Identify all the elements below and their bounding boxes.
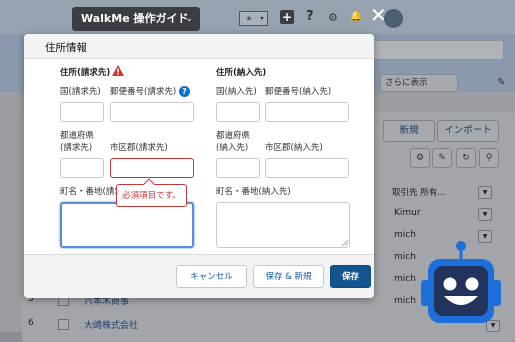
- shipping-postal-label: 郵便番号(納入先): [265, 87, 332, 97]
- walkme-label: WalkMe 操作ガイド: [81, 12, 189, 25]
- chevron-down-icon: ⌄: [185, 14, 193, 24]
- shipping-state-input[interactable]: [216, 158, 260, 178]
- modal-title: 住所情報: [45, 42, 87, 54]
- shipping-street-label: 町名・番地(納入先): [216, 187, 291, 197]
- resize-grip-icon[interactable]: [342, 240, 348, 246]
- chevron-down-icon[interactable]: ▼: [478, 186, 492, 199]
- billing-section-heading: 住所(請求先): [60, 68, 111, 78]
- avatar[interactable]: [384, 9, 403, 28]
- shipping-street-textarea[interactable]: [216, 202, 350, 248]
- help-icon[interactable]: ?: [179, 86, 190, 97]
- bg-view-selector[interactable]: さらに表示: [380, 74, 458, 92]
- refresh-icon[interactable]: ↻: [456, 148, 476, 168]
- shipping-city-label: 市区郡(納入先): [265, 143, 323, 153]
- billing-street-textarea[interactable]: [60, 202, 194, 248]
- billing-country-input[interactable]: [60, 102, 104, 122]
- billing-city-input[interactable]: [110, 158, 194, 178]
- table-settings-icon[interactable]: ⚙: [410, 148, 430, 168]
- row-action-chevron-down-icon[interactable]: ▼: [478, 208, 492, 221]
- billing-state-label-suffix: (請求先): [60, 143, 93, 153]
- shipping-country-label: 国(納入先): [216, 87, 257, 97]
- address-modal: 住所情報 住所(請求先) 国(請求先) 郵便番号(請求先) ? 都道府県 (請求…: [24, 34, 374, 298]
- modal-footer: キャンセル 保存 & 新規 保存: [24, 254, 374, 298]
- save-and-new-button[interactable]: 保存 & 新規: [253, 265, 324, 288]
- owner-cell: mich: [394, 296, 416, 306]
- favorite-star-icon[interactable]: ★: [239, 11, 259, 26]
- billing-state-input[interactable]: [60, 158, 104, 178]
- cancel-button[interactable]: キャンセル: [176, 265, 247, 288]
- warning-icon: [112, 65, 124, 76]
- table-row[interactable]: 6 大崎株式会社: [22, 318, 382, 331]
- billing-state-label: 都道府県: [60, 131, 95, 141]
- owner-cell: mich: [394, 230, 416, 240]
- shipping-state-label: 都道府県: [216, 131, 251, 141]
- shipping-state-label-suffix: (納入先): [216, 143, 249, 153]
- owner-cell: mich: [394, 252, 416, 262]
- billing-city-label: 市区郡(請求先): [110, 143, 168, 153]
- required-error-tooltip: 必須項目です。: [116, 184, 187, 207]
- bg-search-box[interactable]: [372, 40, 504, 60]
- walkme-guide-button[interactable]: WalkMe 操作ガイド ⌄: [72, 7, 200, 31]
- walkme-robot-icon[interactable]: [420, 240, 502, 328]
- help-icon[interactable]: ?: [306, 9, 314, 24]
- bg-import-button[interactable]: インポート: [437, 120, 499, 142]
- shipping-city-input[interactable]: [265, 158, 349, 178]
- row-checkbox[interactable]: [58, 319, 69, 330]
- billing-postal-input[interactable]: [110, 102, 194, 122]
- bell-icon[interactable]: 🔔: [350, 11, 362, 22]
- bg-new-button[interactable]: 新規: [383, 120, 435, 142]
- shipping-postal-input[interactable]: [265, 102, 349, 122]
- shipping-country-input[interactable]: [216, 102, 260, 122]
- close-icon[interactable]: ✕: [370, 3, 387, 27]
- gear-icon[interactable]: ⚙: [328, 11, 338, 24]
- pencil-icon[interactable]: ✎: [497, 77, 505, 88]
- owner-cell: Kimur: [394, 208, 421, 218]
- favorites-dropdown-icon[interactable]: ▾: [257, 11, 268, 26]
- edit-icon[interactable]: ✎: [432, 148, 452, 168]
- global-actions-plus-icon[interactable]: +: [280, 10, 294, 24]
- column-header-owner[interactable]: 取引先 所有...: [392, 186, 445, 198]
- row-number: 6: [28, 318, 34, 328]
- owner-cell: mich: [394, 274, 416, 284]
- billing-country-label: 国(請求先): [60, 87, 101, 97]
- save-button[interactable]: 保存: [330, 265, 371, 288]
- billing-postal-label: 郵便番号(請求先): [110, 87, 177, 97]
- filter-icon[interactable]: ⚲: [479, 148, 499, 168]
- shipping-section-heading: 住所(納入先): [216, 68, 267, 78]
- account-name-link[interactable]: 大崎株式会社: [84, 318, 138, 331]
